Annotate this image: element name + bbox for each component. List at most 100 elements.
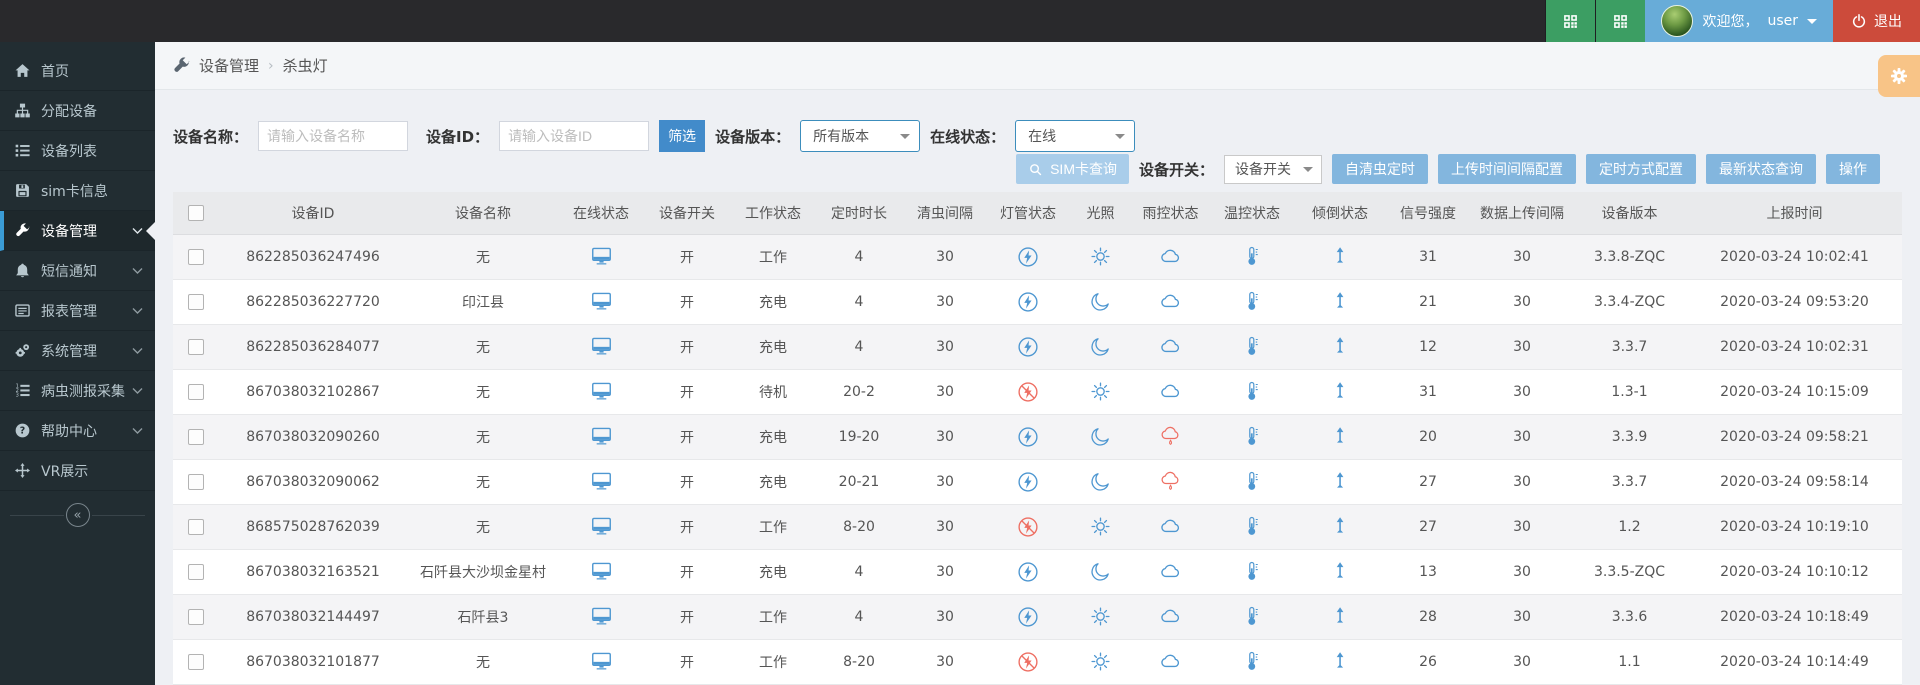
home-icon <box>12 63 33 78</box>
monitor-icon <box>591 606 612 627</box>
sidebar-item-pest-report-collection[interactable]: 123病虫测报采集 <box>0 371 155 411</box>
pole-icon <box>1330 561 1351 582</box>
row-checkbox[interactable] <box>188 339 204 355</box>
settings-gear-button[interactable] <box>1878 55 1920 97</box>
moon-icon <box>1090 426 1111 447</box>
row-checkbox[interactable] <box>188 609 204 625</box>
online-status-select[interactable]: 在线 <box>1015 120 1135 152</box>
latest-status-query-button[interactable]: 最新状态查询 <box>1706 154 1816 184</box>
chevron-down-icon <box>1115 134 1125 144</box>
column-header: 雨控状态 <box>1133 192 1208 234</box>
sidebar-item-sim-card-info[interactable]: sim卡信息 <box>0 171 155 211</box>
cell-online <box>558 414 644 459</box>
sidebar-item-device-list[interactable]: 设备列表 <box>0 131 155 171</box>
cell-switch: 开 <box>644 324 730 369</box>
divider <box>10 515 64 516</box>
row-checkbox[interactable] <box>188 429 204 445</box>
sidebar-item-report-management[interactable]: 报表管理 <box>0 291 155 331</box>
main-content: 设备管理 › 杀虫灯 设备名称： 设备ID： 筛选 设备版本： 所有版本 在线状… <box>155 42 1920 685</box>
user-menu[interactable]: 欢迎您， user <box>1645 0 1833 42</box>
sidebar-item-home[interactable]: 首页 <box>0 51 155 91</box>
bolt-on-icon <box>1017 246 1039 268</box>
row-checkbox[interactable] <box>188 564 204 580</box>
cell-timing: 20-2 <box>816 369 902 414</box>
avatar <box>1661 5 1693 37</box>
filter-button[interactable]: 筛选 <box>659 120 705 152</box>
sidebar-item-vr-display[interactable]: VR展示 <box>0 451 155 491</box>
cell-upload: 30 <box>1472 549 1572 594</box>
moon-icon <box>1090 471 1111 492</box>
cell-switch: 开 <box>644 414 730 459</box>
pole-icon <box>1330 426 1351 447</box>
qr-button-1[interactable] <box>1545 0 1595 42</box>
device-id-input[interactable] <box>499 121 649 151</box>
online-status-value: 在线 <box>1028 126 1056 146</box>
breadcrumb-section[interactable]: 设备管理 <box>199 55 259 76</box>
cell-checkbox <box>173 414 218 459</box>
cell-rain <box>1133 369 1208 414</box>
cell-temp <box>1208 504 1296 549</box>
cell-signal: 31 <box>1384 369 1472 414</box>
sidebar-item-device-management[interactable]: 设备管理 <box>0 211 155 251</box>
device-version-select[interactable]: 所有版本 <box>800 120 920 152</box>
thermo-icon <box>1242 606 1263 627</box>
upload-interval-config-button[interactable]: 上传时间间隔配置 <box>1438 154 1576 184</box>
cell-temp <box>1208 594 1296 639</box>
column-header: 设备开关 <box>644 192 730 234</box>
sun-icon <box>1090 246 1111 267</box>
qrcode-icon <box>1612 13 1629 30</box>
device-name-input[interactable] <box>258 121 408 151</box>
sidebar-item-sms-notification[interactable]: 短信通知 <box>0 251 155 291</box>
device-switch-select[interactable]: 设备开关 <box>1224 155 1322 184</box>
row-checkbox[interactable] <box>188 249 204 265</box>
pole-icon <box>1330 516 1351 537</box>
row-checkbox[interactable] <box>188 474 204 490</box>
cell-id: 867038032090260 <box>218 414 408 459</box>
cell-name: 印江县 <box>408 279 558 324</box>
cell-switch: 开 <box>644 549 730 594</box>
pole-icon <box>1330 291 1351 312</box>
thermo-icon <box>1242 561 1263 582</box>
chevron-down-icon <box>900 134 910 144</box>
operation-button[interactable]: 操作 <box>1826 154 1880 184</box>
cell-tilt <box>1296 324 1384 369</box>
sim-query-button[interactable]: SIM卡查询 <box>1016 154 1129 184</box>
sidebar-item-assign-devices[interactable]: 分配设备 <box>0 91 155 131</box>
device-id-label: 设备ID： <box>426 126 489 147</box>
cell-tilt <box>1296 549 1384 594</box>
qr-button-2[interactable] <box>1595 0 1645 42</box>
cell-work: 充电 <box>730 459 816 504</box>
logout-button[interactable]: 退出 <box>1833 0 1920 42</box>
pole-icon <box>1330 381 1351 402</box>
row-checkbox[interactable] <box>188 294 204 310</box>
cell-version: 3.3.5-ZQC <box>1572 549 1687 594</box>
sidebar-item-system-management[interactable]: 系统管理 <box>0 331 155 371</box>
column-header: 设备版本 <box>1572 192 1687 234</box>
timing-mode-config-button[interactable]: 定时方式配置 <box>1586 154 1696 184</box>
bolt-off-icon <box>1017 381 1039 403</box>
cell-upload: 30 <box>1472 279 1572 324</box>
row-checkbox[interactable] <box>188 384 204 400</box>
select-all-checkbox[interactable] <box>188 205 204 221</box>
cell-lamp <box>988 414 1068 459</box>
cloud-icon <box>1160 606 1182 628</box>
cell-checkbox <box>173 459 218 504</box>
cell-switch: 开 <box>644 639 730 684</box>
row-checkbox[interactable] <box>188 519 204 535</box>
cell-switch: 开 <box>644 369 730 414</box>
row-checkbox[interactable] <box>188 654 204 670</box>
cell-signal: 20 <box>1384 414 1472 459</box>
list-icon <box>12 143 33 158</box>
cell-name: 无 <box>408 459 558 504</box>
monitor-icon <box>591 336 612 357</box>
device-switch-value: 设备开关 <box>1235 159 1291 179</box>
cell-tilt <box>1296 459 1384 504</box>
device-name-label: 设备名称： <box>173 126 248 147</box>
auto-clean-timing-button[interactable]: 自清虫定时 <box>1332 154 1428 184</box>
cell-light <box>1068 549 1133 594</box>
monitor-icon <box>591 651 612 672</box>
sidebar-item-help-center[interactable]: ?帮助中心 <box>0 411 155 451</box>
collapse-button[interactable]: « <box>66 503 90 527</box>
cell-timing: 8-20 <box>816 639 902 684</box>
cell-temp <box>1208 639 1296 684</box>
